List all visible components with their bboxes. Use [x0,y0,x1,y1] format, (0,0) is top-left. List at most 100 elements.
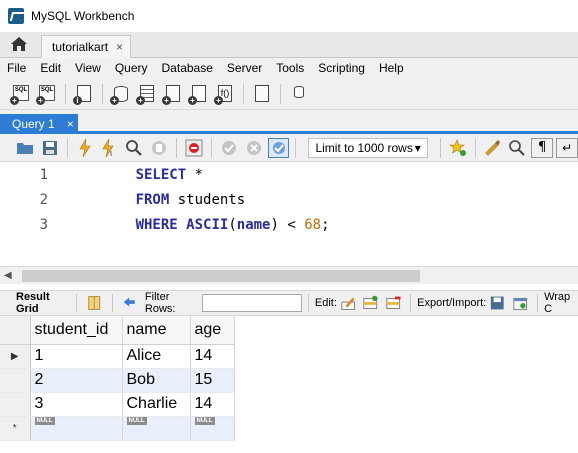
refresh-icon[interactable] [121,294,137,312]
insert-row-icon[interactable] [362,294,378,312]
create-function-icon[interactable]: f() + [214,83,236,105]
connection-tab[interactable]: tutorialkart × [41,35,131,58]
toolbar-separator [210,137,212,158]
menu-file[interactable]: File [0,61,33,75]
home-icon[interactable] [10,36,28,52]
table-header-row: student_id name age [0,316,235,345]
save-icon[interactable] [39,138,61,158]
editor-horizontal-scrollbar[interactable]: ◀ [0,266,578,284]
line-number: 2 [39,191,48,208]
toolbar-separator [280,83,281,104]
column-header-student-id[interactable]: student_id [30,316,123,345]
menu-server[interactable]: Server [220,61,269,75]
sql-function: ASCII [186,216,229,233]
table-row[interactable]: ▶ 1 Alice 14 [0,344,235,369]
invisible-chars-icon[interactable]: ¶ [531,137,554,158]
form-editor-icon[interactable] [86,294,102,312]
toolbar-separator [537,294,539,312]
scrollbar-thumb[interactable] [22,270,420,282]
reconnect-icon[interactable] [288,83,310,105]
limit-rows-select[interactable]: Limit to 1000 rows ▾ [308,137,428,158]
toolbar-separator [410,294,412,312]
column-header-age[interactable]: age [190,316,235,345]
create-view-icon[interactable]: + [162,83,184,105]
result-grid-tab[interactable]: Result Grid [16,291,70,315]
sql-text: ; [321,216,330,233]
cell-student-id[interactable]: 1 [30,344,123,369]
edit-row-icon[interactable] [340,294,356,312]
filter-rows-label: Filter Rows: [144,291,176,315]
toolbar-separator [243,83,244,104]
cell-age[interactable]: 14 [190,344,235,369]
line-number: 3 [39,216,48,233]
cell-age[interactable]: 14 [190,392,235,417]
toolbar-separator [474,137,476,158]
toolbar-separator [439,137,441,158]
workbench-app-icon [8,8,24,24]
sql-editor[interactable]: 1 SELECT * 2 FROM students 3 WHERE ASCII… [0,162,578,266]
find-icon[interactable] [506,138,528,158]
new-row[interactable]: * NULL NULL NULL [0,416,235,441]
delete-row-icon[interactable] [385,294,401,312]
cell-age-null[interactable]: NULL [190,416,235,441]
new-sql-tab-icon[interactable]: SQL + [10,83,32,105]
line-number: 1 [39,166,48,183]
create-table-icon[interactable]: + [136,83,158,105]
toolbar-separator [307,294,309,312]
menu-view[interactable]: View [68,61,108,75]
query-tab-bar: Query 1 × [0,110,578,134]
menu-tools[interactable]: Tools [269,61,311,75]
cell-name-null[interactable]: NULL [122,416,191,441]
toolbar-separator [76,294,78,312]
menu-scripting[interactable]: Scripting [311,61,372,75]
limit-rows-value: Limit to 1000 rows [315,140,413,155]
add-snippet-star-icon[interactable] [447,138,469,158]
toolbar-separator [111,294,113,312]
cell-student-id[interactable]: 2 [30,368,123,393]
table-row[interactable]: 3 Charlie 14 [0,392,235,417]
open-file-icon[interactable] [14,138,36,158]
rollback-icon[interactable] [243,138,265,158]
commit-icon[interactable] [218,138,240,158]
toolbar-separator [66,137,68,158]
new-row-marker-icon: * [0,416,31,441]
cell-age[interactable]: 15 [190,368,235,393]
code-line: 1 SELECT * [0,162,203,187]
create-procedure-icon[interactable]: + [188,83,210,105]
open-sql-script-icon[interactable]: SQL + [36,83,58,105]
beautify-icon[interactable] [482,138,504,158]
create-schema-icon[interactable]: + [110,83,132,105]
sql-text: ) < [270,216,305,233]
menu-query[interactable]: Query [108,61,155,75]
cell-name[interactable]: Bob [122,368,191,393]
connection-tab-bar: tutorialkart × [0,32,578,58]
inspector-icon[interactable]: i [73,83,95,105]
close-icon[interactable]: × [67,117,74,131]
code-line: 3 WHERE ASCII(name) < 68; [0,212,330,237]
cell-student-id[interactable]: 3 [30,392,123,417]
cell-name[interactable]: Charlie [122,392,191,417]
table-row[interactable]: 2 Bob 15 [0,368,235,393]
query-tab-label: Query 1 [12,117,55,131]
menu-help[interactable]: Help [372,61,411,75]
wrap-lines-icon[interactable]: ↵ [556,137,578,158]
sql-identifier: name [236,216,271,233]
menu-database[interactable]: Database [155,61,220,75]
scroll-left-arrow-icon[interactable]: ◀ [4,270,12,281]
import-icon[interactable] [512,294,528,312]
menu-edit[interactable]: Edit [33,61,68,75]
search-table-data-icon[interactable] [251,83,273,105]
close-icon[interactable]: × [116,40,123,54]
cell-name[interactable]: Alice [122,344,191,369]
export-icon[interactable] [489,294,505,312]
autocommit-icon[interactable] [267,137,290,158]
window-title: MySQL Workbench [31,9,135,23]
cell-student-id-null[interactable]: NULL [30,416,123,441]
menu-bar: File Edit View Query Database Server Too… [0,58,578,78]
sql-keyword: WHERE [135,216,178,233]
filter-rows-input[interactable] [201,294,302,312]
query-tab[interactable]: Query 1 × [0,114,78,134]
sql-number: 68 [304,216,322,233]
result-toolbar: Result Grid Filter Rows: Edit: Export/Im… [0,290,578,316]
column-header-name[interactable]: name [122,316,191,345]
